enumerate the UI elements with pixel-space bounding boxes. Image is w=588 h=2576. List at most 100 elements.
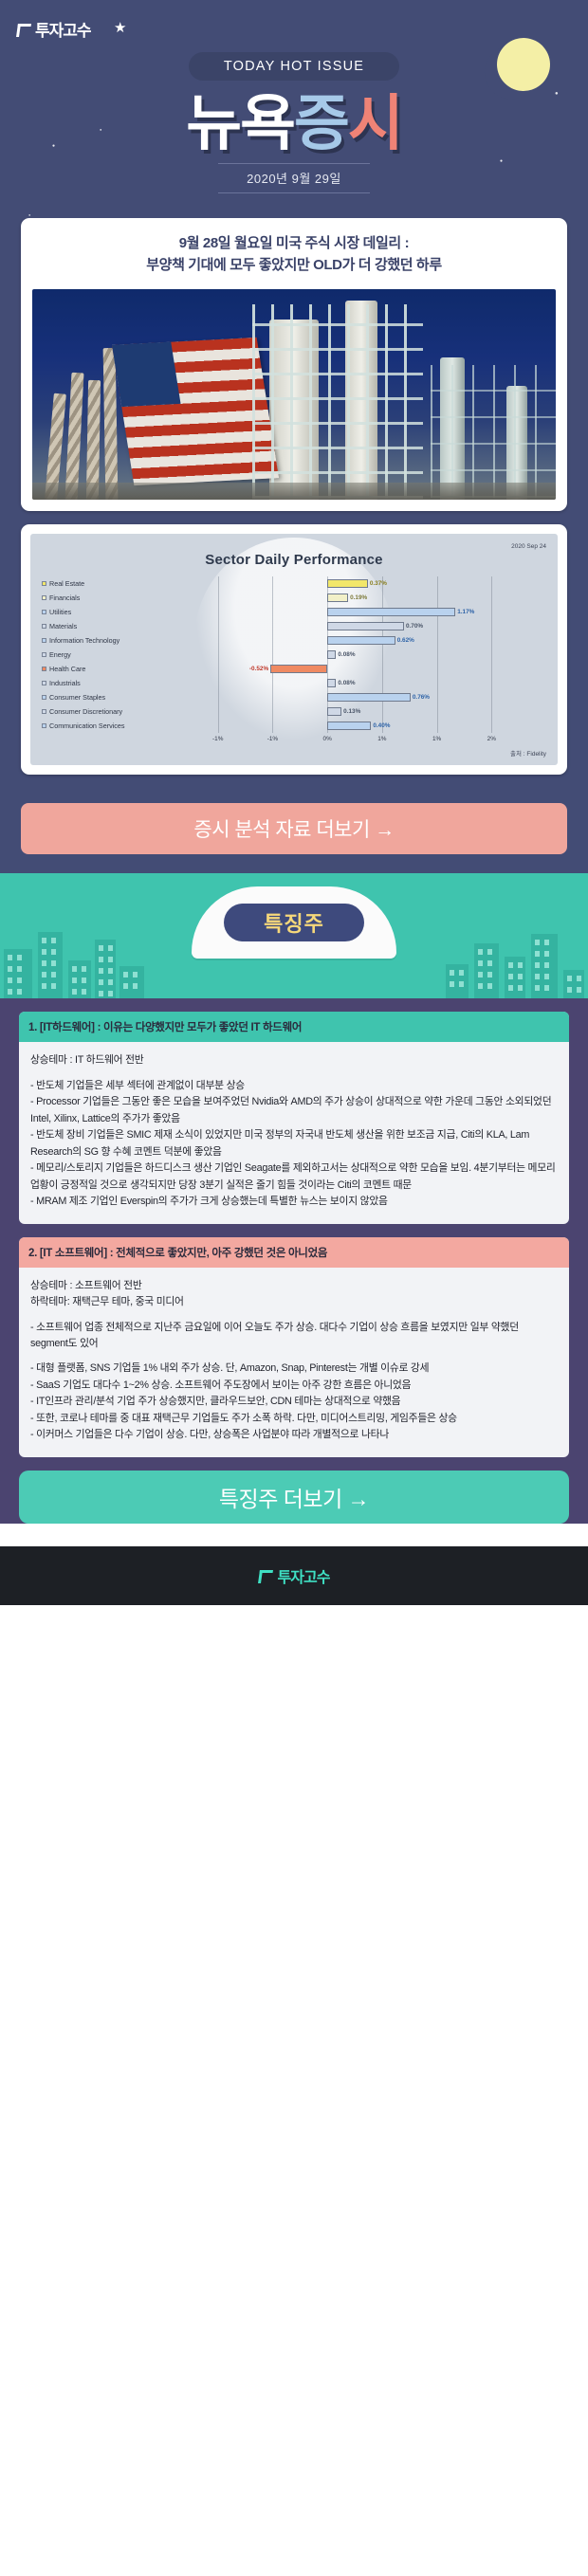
building-icon: [68, 960, 91, 999]
feature-block-heading: 2. [IT 소프트웨어] : 전체적으로 좋았지만, 아주 강했던 것은 아니…: [19, 1236, 569, 1268]
headline-text: 9월 28일 월요일 미국 주식 시장 데일리 : 부양책 기대에 모두 좋았지…: [21, 218, 567, 289]
chart-bar: [327, 636, 395, 646]
chart-bar-value: -0.52%: [248, 666, 269, 673]
chart-tick-label: -1%: [212, 736, 224, 743]
title-part-1: 뉴욕: [186, 89, 296, 157]
chart-bar-value: 0.13%: [343, 708, 361, 716]
headline-line-2: 부양책 기대에 모두 좋았지만 OLD가 더 강했던 하루: [146, 256, 442, 273]
chart-tick-label: 0%: [322, 736, 332, 743]
chart-bar-row: 0.08%: [163, 648, 546, 662]
chart-bar: [270, 665, 328, 674]
feature-paragraph: - 소프트웨어 업종 전체적으로 지난주 금요일에 이어 오늘도 주가 상승. …: [30, 1321, 522, 1349]
refinery-photo: [32, 289, 556, 501]
headline-line-1: 9월 28일 월요일 미국 주식 시장 데일리 :: [178, 235, 410, 252]
chart-category-label: Financials: [42, 591, 163, 605]
chart-category-label: Utilities: [42, 605, 163, 619]
chart-date-label: 2020 Sep 24: [511, 543, 546, 551]
building-icon: [563, 970, 584, 999]
page-title: 뉴욕증시: [0, 89, 588, 157]
chart-tick-label: 2%: [487, 736, 496, 743]
chart-bar-row: 0.13%: [163, 704, 546, 719]
building-icon: [505, 957, 525, 999]
hero-section: 투자고수 ★ ● ● ● ● ● TODAY HOT ISSUE 뉴욕증시 20…: [0, 0, 588, 219]
feature-paragraph: 상승테마 : 소프트웨어 전반 하락테마: 재택근무 테마, 중국 미디어: [30, 1279, 184, 1308]
brand-name: 투자고수: [35, 22, 92, 40]
chart-bar: [327, 722, 372, 731]
photo-ground: [32, 483, 556, 501]
chart-bar-row: 0.62%: [163, 633, 546, 648]
chart-category-label: Energy: [42, 648, 163, 662]
star-icon: ●: [555, 91, 559, 97]
chart-category-label: Information Technology: [42, 633, 163, 648]
chart-bar-value: 0.40%: [373, 722, 391, 730]
feature-ribbon: 특징주: [192, 886, 396, 959]
chart-bar-row: 0.37%: [163, 576, 546, 591]
chart-category-label: Industrials: [42, 676, 163, 690]
chart-bars-area: 0.37% 0.19% 1.17% 0.70% 0.62% 0.08% -0.52% 0.08…: [163, 576, 546, 734]
legend-swatch-icon: [42, 610, 46, 615]
chart-source-label: 출처 : Fidelity: [510, 751, 546, 758]
hot-issue-badge: TODAY HOT ISSUE: [189, 52, 399, 81]
feature-sections: 1. [IT하드웨어] : 이유는 다양했지만 모두가 좋았던 IT 하드웨어 상…: [0, 998, 588, 1524]
star-icon: ★: [114, 20, 127, 36]
chart-bar-row: -0.52%: [163, 662, 546, 676]
chart-bar-value: 0.19%: [350, 594, 368, 602]
chart-category-label: Consumer Staples: [42, 690, 163, 704]
chart-bar-row: 0.08%: [163, 676, 546, 690]
feature-block: 1. [IT하드웨어] : 이유는 다양했지만 모두가 좋았던 IT 하드웨어 상…: [19, 1012, 569, 1224]
chart-value-axis: -1% -1% 0% 1% 1% 2%: [163, 735, 546, 747]
chart-category-label: Health Care: [42, 662, 163, 676]
legend-swatch-icon: [42, 638, 46, 644]
sector-chart-card: 2020 Sep 24 Sector Daily Performance Rea…: [21, 524, 567, 776]
chart-bar-value: 0.08%: [338, 651, 356, 659]
title-part-3: 시: [347, 89, 404, 157]
chart-bar-value: 1.17%: [457, 609, 475, 616]
title-part-2: 증: [293, 89, 350, 157]
chart-plot-area: Real Estate Financials Utilities Materials I…: [42, 576, 546, 734]
legend-swatch-icon: [42, 595, 46, 601]
chart-category-label: Communication Services: [42, 719, 163, 733]
feature-paragraph: 상승테마 : IT 하드웨어 전반: [30, 1054, 144, 1067]
chart-category-label: Materials: [42, 619, 163, 633]
building-icon: [474, 943, 499, 999]
chart-bar-row: 0.70%: [163, 619, 546, 633]
chart-category-label: Real Estate: [42, 576, 163, 591]
chart-bar-row: 0.76%: [163, 690, 546, 704]
newsletter-page: 투자고수 ★ ● ● ● ● ● TODAY HOT ISSUE 뉴욕증시 20…: [0, 0, 588, 1605]
legend-swatch-icon: [42, 695, 46, 701]
feature-banner: 특징주: [0, 873, 588, 999]
chart-bar-value: 0.08%: [338, 680, 356, 687]
legend-swatch-icon: [42, 624, 46, 630]
smokestack-icon: [64, 372, 84, 501]
feature-ribbon-label: 특징주: [224, 904, 364, 942]
bracket-logo-icon: [17, 22, 31, 36]
refinery-scaffold: [431, 365, 556, 499]
star-icon: ●: [52, 143, 56, 149]
crescent-moon-icon: [489, 30, 558, 99]
chart-category-label: Consumer Discretionary: [42, 704, 163, 719]
more-featured-stocks-button[interactable]: 특징주 더보기 →: [19, 1470, 569, 1524]
headline-card: 9월 28일 월요일 미국 주식 시장 데일리 : 부양책 기대에 모두 좋았지…: [21, 218, 567, 512]
brand-header: 투자고수: [0, 13, 588, 41]
chart-tick-label: 1%: [377, 736, 387, 743]
chart-bar-value: 0.62%: [396, 637, 414, 645]
more-market-analysis-button[interactable]: 증시 분석 자료 더보기 →: [21, 803, 567, 855]
building-icon: [95, 940, 116, 999]
building-icon: [119, 966, 144, 999]
chart-bar-value: 0.76%: [412, 694, 430, 702]
legend-swatch-icon: [42, 681, 46, 686]
footer-brand-name: 투자고수: [277, 1569, 331, 1586]
chart-bar: [327, 579, 368, 589]
legend-swatch-icon: [42, 723, 46, 729]
feature-block-body: 상승테마 : IT 하드웨어 전반 - 반도체 기업들은 세부 섹터에 관계없이 …: [19, 1042, 569, 1223]
feature-paragraph: - 대형 플랫폼, SNS 기업들 1% 내외 주가 상승. 단, Amazon…: [30, 1362, 457, 1441]
legend-swatch-icon: [42, 581, 46, 587]
building-icon: [4, 949, 32, 999]
chart-bar: [327, 693, 411, 703]
star-icon: ●: [100, 127, 102, 132]
chart-bar: [327, 594, 349, 603]
star-icon: ●: [28, 212, 31, 217]
chart-category-axis: Real Estate Financials Utilities Materials I…: [42, 576, 163, 733]
issue-date: 2020년 9월 29일: [218, 163, 370, 194]
chart-bar-row: 1.17%: [163, 605, 546, 619]
